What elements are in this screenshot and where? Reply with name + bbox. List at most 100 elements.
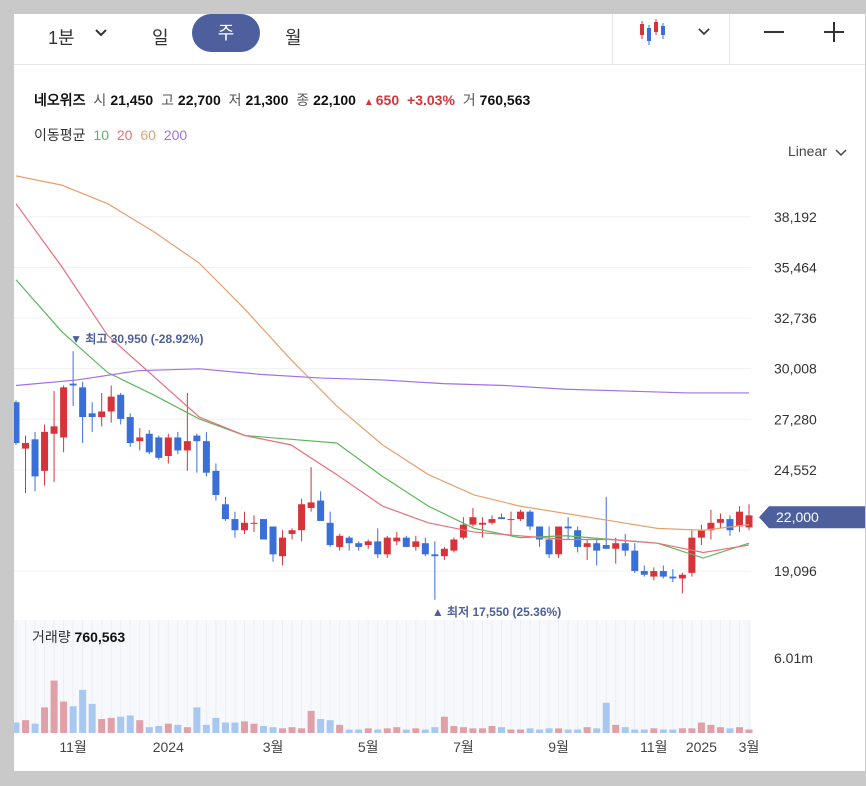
- volume-bar: [459, 727, 467, 733]
- volume-bar: [421, 729, 429, 733]
- volume-bar: [526, 728, 534, 733]
- candle-body: [517, 511, 525, 520]
- ma20-line: [15, 203, 750, 554]
- candle-body: [697, 530, 705, 538]
- y-tick-label: 19,096: [774, 563, 817, 579]
- volume-bar: [345, 729, 353, 733]
- volume-bar: [126, 715, 134, 733]
- candle-body: [50, 426, 58, 434]
- candle-body: [231, 519, 239, 531]
- candle-body: [583, 543, 591, 547]
- candle-body: [393, 537, 401, 542]
- candle-body: [507, 519, 515, 521]
- volume-bar: [69, 706, 77, 733]
- volume-bar: [574, 729, 582, 733]
- price-chart[interactable]: 38,192 35,464 32,736 30,008 27,280 24,552 19,0…: [14, 14, 865, 771]
- candle-body: [574, 530, 582, 547]
- candle-body: [279, 537, 287, 557]
- y-tick-label: 35,464: [774, 259, 817, 275]
- candle-body: [98, 411, 106, 418]
- volume-bar: [288, 727, 296, 733]
- candle-body: [22, 443, 30, 449]
- candle-body: [364, 541, 372, 546]
- candle-body: [126, 417, 134, 444]
- volume-bar: [726, 728, 734, 733]
- volume-bar: [640, 729, 648, 733]
- candle-body: [659, 571, 667, 577]
- candle-body: [145, 433, 153, 453]
- y-tick-label: 27,280: [774, 411, 817, 427]
- candle-body: [497, 517, 505, 520]
- volume-bar: [697, 722, 705, 733]
- volume-bar: [212, 717, 220, 733]
- candle-body: [469, 517, 477, 525]
- volume-bar: [602, 702, 610, 733]
- candle-body: [183, 441, 191, 451]
- volume-bar: [716, 727, 724, 733]
- candle-body: [202, 441, 210, 473]
- volume-bar: [326, 720, 334, 733]
- candle-body: [345, 537, 353, 544]
- volume-bar: [79, 689, 87, 733]
- candle-body: [745, 515, 753, 528]
- volume-bar: [583, 727, 591, 733]
- volume-bar: [317, 719, 325, 733]
- volume-bar: [507, 729, 515, 733]
- x-tick-label: 2025: [686, 739, 717, 755]
- volume-bar: [183, 727, 191, 733]
- volume-bar: [117, 716, 125, 733]
- y-tick-label: 30,008: [774, 361, 817, 377]
- volume-bar: [41, 707, 49, 733]
- low-annotation: ▲ 최저 17,550 (25.36%): [432, 604, 561, 619]
- candle-body: [250, 522, 258, 524]
- volume-bar: [14, 722, 20, 733]
- volume-bar: [745, 729, 753, 733]
- candle-body: [621, 543, 629, 551]
- volume-bar: [174, 724, 182, 733]
- candle-body: [355, 543, 363, 547]
- candle-body: [640, 571, 648, 575]
- volume-bar: [22, 720, 30, 733]
- volume-bar: [50, 680, 58, 733]
- candle-body: [450, 539, 458, 551]
- volume-bar: [659, 729, 667, 733]
- high-annotation: ▼ 최고 30,950 (-28.92%): [70, 331, 203, 346]
- volume-bar: [374, 729, 382, 733]
- volume-bar: [98, 719, 106, 733]
- volume-bar: [402, 729, 410, 733]
- current-price-label: 22,000: [776, 509, 819, 525]
- volume-bar: [31, 723, 39, 733]
- candle-body: [240, 522, 248, 531]
- x-tick-label: 11월: [640, 739, 667, 755]
- candle-body: [107, 396, 115, 412]
- candle-body: [374, 541, 382, 555]
- volume-bar: [621, 727, 629, 733]
- volume-bar: [269, 727, 277, 733]
- candle-body: [488, 519, 496, 523]
- candle-body: [431, 554, 439, 557]
- volume-bar: [469, 728, 477, 733]
- volume-bar: [735, 727, 743, 733]
- candle-body: [136, 437, 144, 442]
- volume-bar: [221, 722, 229, 733]
- volume-bar: [336, 724, 344, 733]
- candle-body: [564, 526, 572, 529]
- volume-bar: [307, 710, 315, 733]
- volume-bar: [669, 729, 677, 733]
- candle-body: [88, 413, 96, 418]
- volume-bar: [60, 701, 68, 733]
- volume-bar: [650, 728, 658, 733]
- candle-body: [459, 524, 467, 538]
- volume-bar: [412, 728, 420, 733]
- candle-body: [383, 537, 391, 555]
- candle-body: [31, 439, 39, 477]
- volume-bar: [536, 729, 544, 733]
- candle-body: [269, 526, 277, 555]
- candle-body: [545, 539, 553, 555]
- x-tick-label: 7월: [453, 739, 474, 755]
- volume-tick-label: 6.01m: [774, 650, 813, 666]
- candle-body: [602, 545, 610, 549]
- volume-bar: [202, 724, 210, 733]
- candle-body: [193, 435, 201, 442]
- volume-bar: [193, 707, 201, 733]
